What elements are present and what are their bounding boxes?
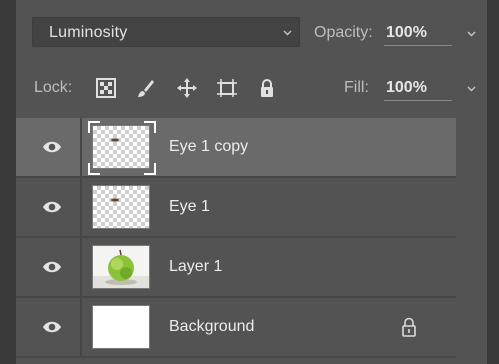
layer-name[interactable]: Background	[169, 318, 254, 336]
layer-thumbnail[interactable]	[92, 125, 150, 169]
layer-row[interactable]: Eye 1	[16, 178, 456, 238]
selection-corner	[144, 121, 156, 133]
layers-list: Eye 1 copy Eye 1 Layer 1 Background	[16, 118, 487, 358]
fill-value[interactable]: 100%	[386, 79, 427, 97]
eye-icon	[43, 261, 61, 273]
lock-transparent-pixels-icon[interactable]	[95, 77, 117, 99]
lock-fill-row: Lock: Fill: 100%	[16, 60, 487, 116]
eye-icon	[43, 321, 61, 333]
lock-position-icon[interactable]	[176, 77, 198, 99]
layer-thumbnail[interactable]	[92, 305, 150, 349]
blend-opacity-row: Luminosity Opacity: 100%	[16, 0, 487, 60]
layers-panel: Luminosity Opacity: 100% Lock: Fill: 100…	[16, 0, 487, 364]
layer-row[interactable]: Background	[16, 298, 456, 358]
layer-lock-icon	[400, 316, 418, 338]
chevron-down-icon	[283, 28, 292, 37]
blend-mode-dropdown[interactable]: Luminosity	[32, 17, 300, 47]
eye-icon	[43, 141, 61, 153]
layer-row[interactable]: Eye 1 copy	[16, 118, 456, 178]
layer-thumbnail[interactable]	[92, 185, 150, 229]
layer-name[interactable]: Layer 1	[169, 258, 222, 276]
green-apple-image	[93, 249, 149, 288]
lock-all-icon[interactable]	[256, 77, 278, 99]
fill-chevron-down-icon[interactable]	[467, 84, 476, 93]
visibility-toggle[interactable]	[16, 298, 82, 356]
selection-corner	[88, 121, 100, 133]
fill-label: Fill:	[344, 79, 369, 96]
visibility-toggle[interactable]	[16, 118, 82, 176]
eye-icon	[43, 201, 61, 213]
blend-mode-value: Luminosity	[49, 24, 128, 41]
opacity-label: Opacity:	[314, 24, 373, 41]
selection-corner	[88, 163, 100, 175]
lock-artboard-icon[interactable]	[216, 77, 238, 99]
opacity-value[interactable]: 100%	[386, 24, 427, 42]
right-frame-edge	[487, 0, 499, 364]
lock-image-pixels-icon[interactable]	[134, 77, 156, 99]
left-frame-edge	[0, 0, 16, 364]
layer-row[interactable]: Layer 1	[16, 238, 456, 298]
visibility-toggle[interactable]	[16, 238, 82, 296]
layer-name[interactable]: Eye 1	[169, 198, 210, 216]
fill-underline	[384, 100, 452, 101]
opacity-underline	[384, 45, 452, 46]
lock-label: Lock:	[34, 79, 73, 96]
opacity-chevron-down-icon[interactable]	[467, 29, 476, 38]
visibility-toggle[interactable]	[16, 178, 82, 236]
layer-name[interactable]: Eye 1 copy	[169, 138, 248, 156]
selection-corner	[144, 163, 156, 175]
layer-thumbnail[interactable]	[92, 245, 150, 289]
